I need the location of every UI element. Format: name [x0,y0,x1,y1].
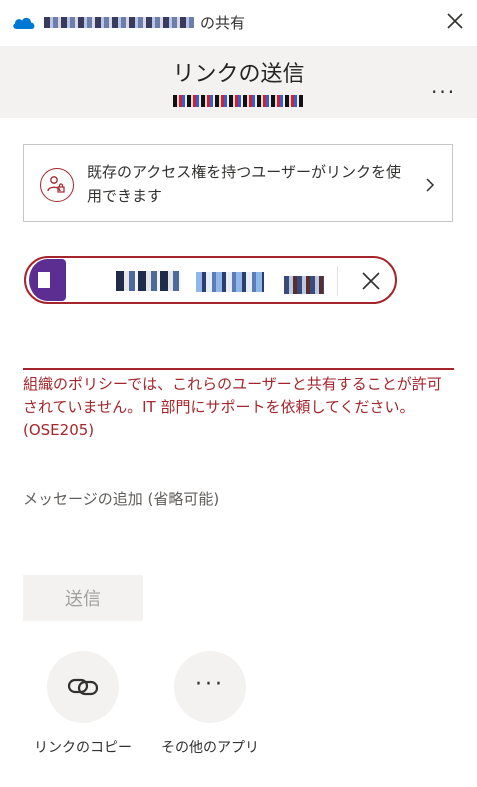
window-title-suffix: の共有 [200,14,246,32]
more-icon: ··· [195,672,225,697]
redacted-recipient-name [196,272,264,292]
error-underline [23,368,454,370]
copy-link-label: リンクのコピー [34,740,132,756]
people-lock-icon [40,168,74,202]
error-message: 組織のポリシーでは、これらのユーザーと共有することが許可されていません。IT 部… [23,375,442,439]
redacted-recipient-name [284,276,324,294]
other-apps-label: その他のアプリ [161,740,259,756]
chevron-right-icon [426,178,435,192]
page-title: リンクの送信 [172,62,305,87]
message-input[interactable] [23,483,453,515]
redacted-recipient-name [116,271,181,291]
avatar-initial [38,272,50,288]
copy-link-button[interactable] [47,651,119,723]
divider [337,266,338,296]
window-title: の共有 [44,12,245,33]
send-button[interactable]: 送信 [23,575,143,621]
close-icon[interactable] [360,270,382,292]
redacted-file-name [44,17,194,28]
more-options-button[interactable]: ... [431,74,456,98]
link-icon [67,678,99,696]
link-settings-description: 既存のアクセス権を持つユーザーがリンクを使用できます [87,163,401,205]
onedrive-cloud-icon [13,17,35,29]
close-icon[interactable] [444,10,466,32]
redacted-file-label [173,95,303,107]
